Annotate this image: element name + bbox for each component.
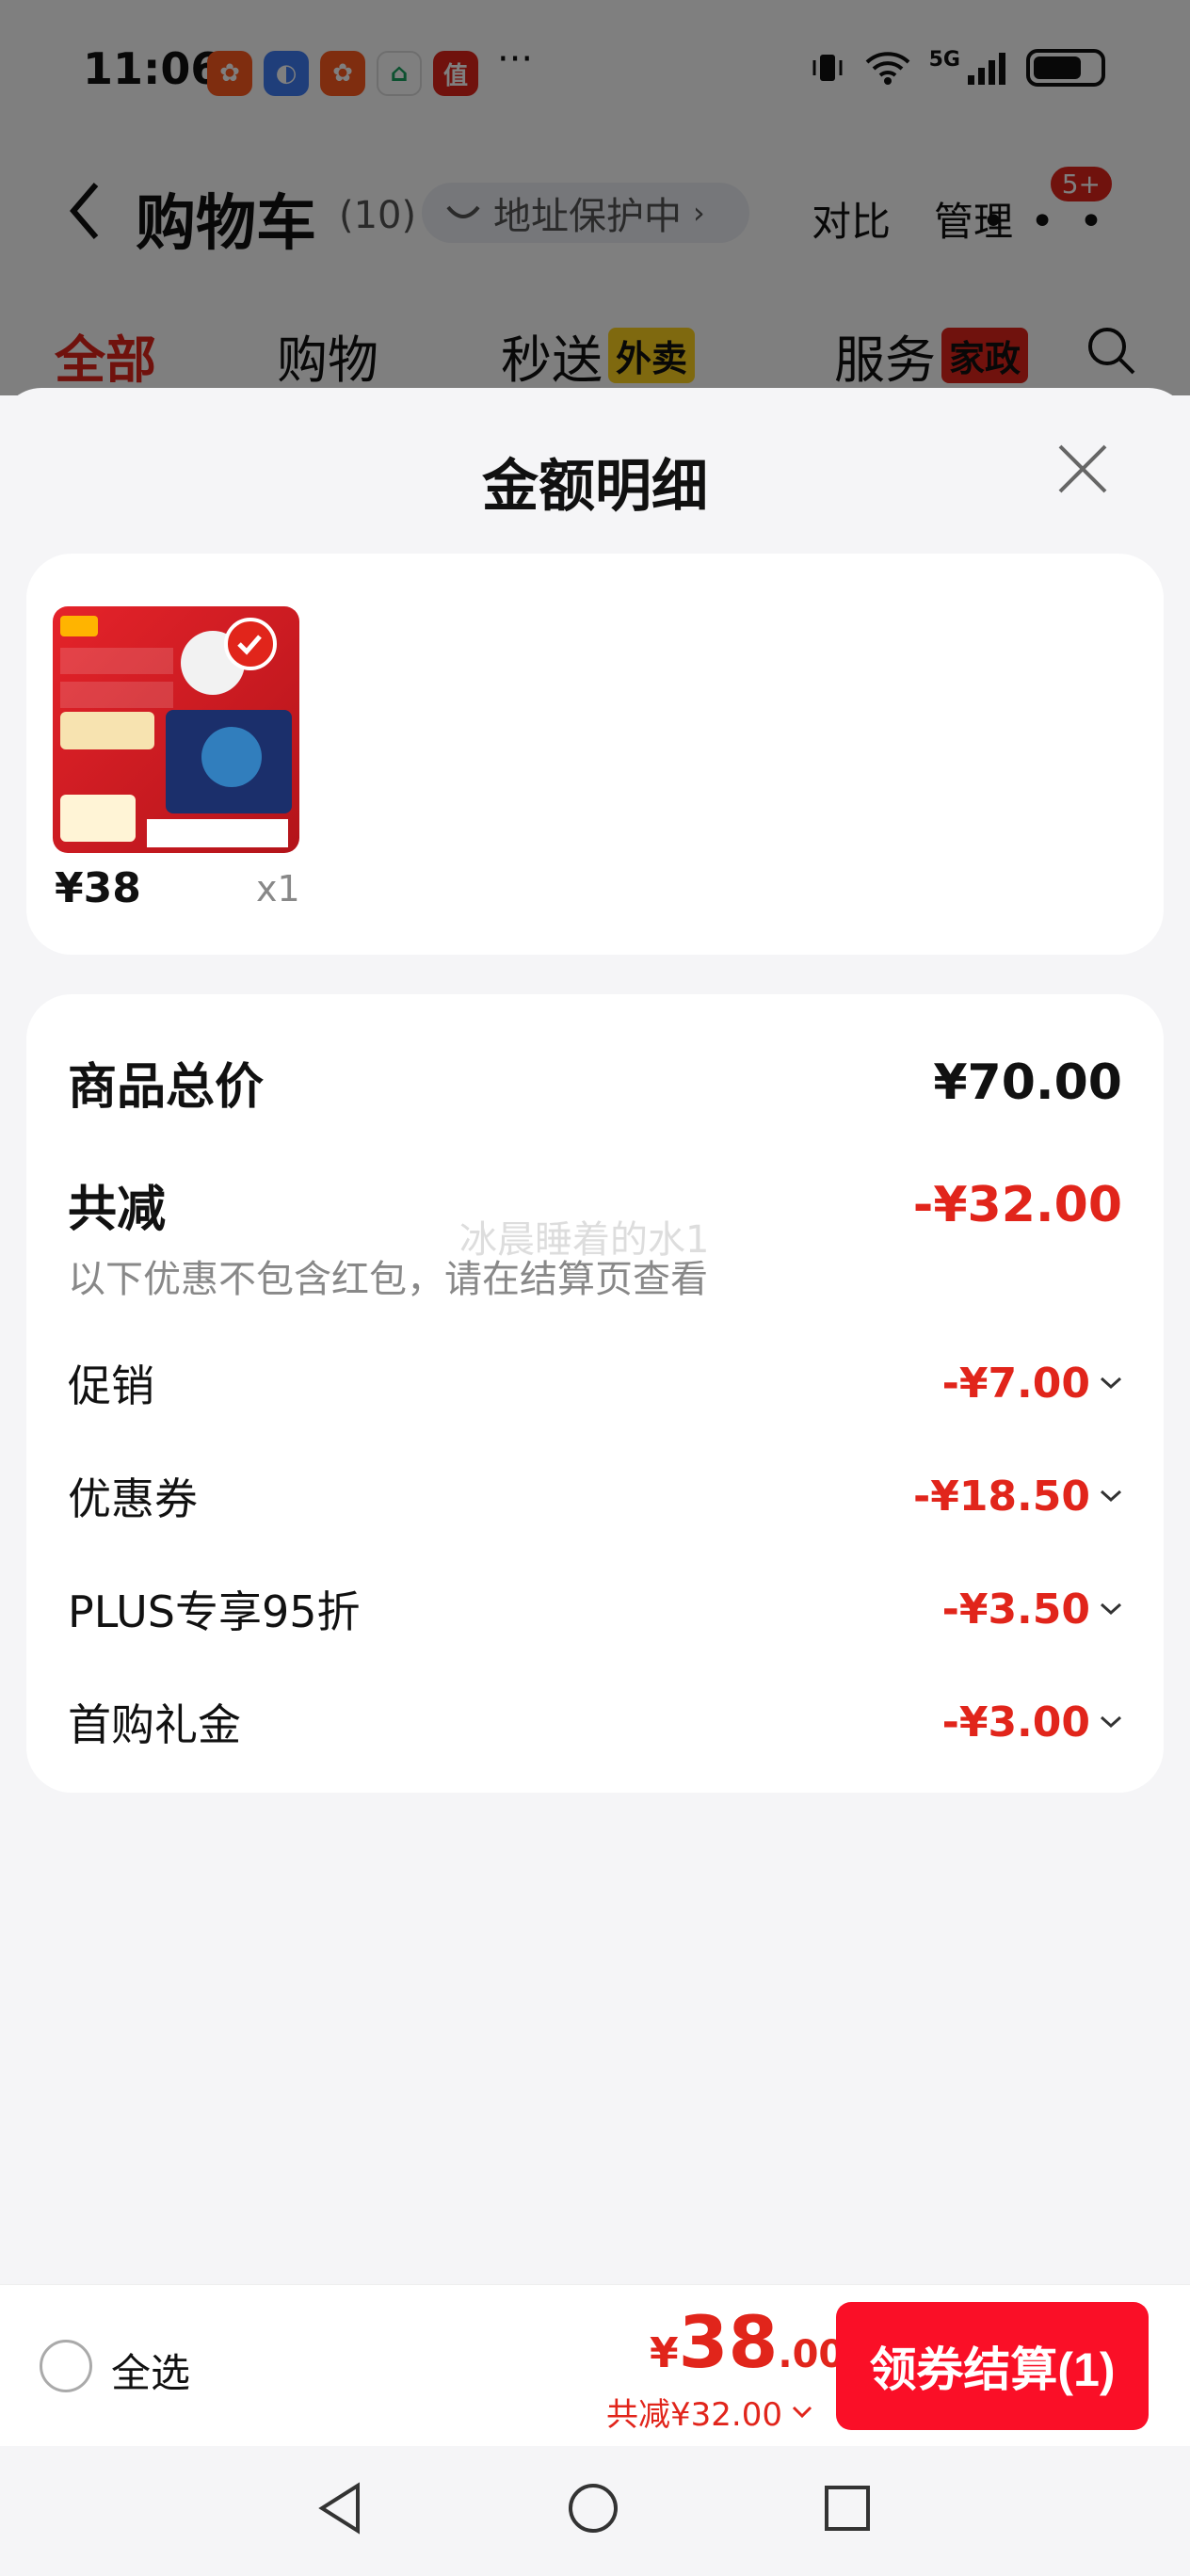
discount-label: 促销	[68, 1360, 154, 1411]
discount-label: 优惠券	[68, 1473, 198, 1524]
product-thumbnail[interactable]	[53, 606, 299, 853]
product-image	[53, 606, 299, 853]
total-reduction-value: -¥32.00	[912, 1176, 1122, 1233]
checkout-bar: 全选 ¥ 38 .00 共减¥32.00 领券结算(1)	[0, 2284, 1190, 2446]
discount-value: -¥7.00	[942, 1360, 1122, 1408]
subtotal-value: ¥70.00	[933, 1054, 1122, 1111]
discount-amount: -¥3.50	[941, 1585, 1090, 1634]
chevron-down-icon	[1100, 1602, 1122, 1616]
chevron-down-icon	[1100, 1377, 1122, 1390]
total-integer: 38	[678, 2300, 779, 2384]
select-all-checkbox[interactable]	[40, 2340, 92, 2392]
reduction-detail-toggle[interactable]: 共减¥32.00	[606, 2389, 812, 2435]
subtotal-label: 商品总价	[68, 1059, 265, 1116]
total-decimal: .00	[778, 2333, 845, 2376]
nav-back-icon[interactable]	[313, 2480, 369, 2536]
discount-note: 以下优惠不包含红包，请在结算页查看	[68, 1258, 708, 1301]
total-reduction-label: 共减	[68, 1182, 167, 1238]
close-icon[interactable]	[1054, 441, 1111, 497]
currency-symbol: ¥	[650, 2329, 679, 2377]
discount-value: -¥18.50	[913, 1473, 1122, 1521]
discount-value: -¥3.50	[942, 1586, 1122, 1634]
sheet-title: 金额明细	[482, 454, 708, 520]
nav-home-icon[interactable]	[565, 2480, 621, 2536]
discount-value: -¥3.00	[942, 1699, 1122, 1747]
price-detail-card: 商品总价 ¥70.00 共减 -¥32.00 冰晨睡着的水1 以下优惠不包含红包…	[26, 994, 1164, 1793]
total-price: ¥ 38 .00	[650, 2300, 844, 2384]
chevron-down-icon	[792, 2406, 812, 2418]
amount-detail-sheet: 金额明细 ¥38 x1 商品总价 ¥70.00 共减 -¥32.00 冰晨睡着的…	[0, 388, 1190, 2288]
discount-label: 首购礼金	[68, 1699, 241, 1750]
checkout-button[interactable]: 领券结算(1)	[836, 2302, 1149, 2430]
discount-amount: -¥7.00	[941, 1359, 1090, 1408]
discount-row-plus[interactable]: PLUS专享95折 -¥3.50	[68, 1578, 1122, 1640]
discount-row-first-purchase[interactable]: 首购礼金 -¥3.00	[68, 1691, 1122, 1753]
system-navigation-bar	[0, 2446, 1190, 2576]
chevron-down-icon	[1100, 1715, 1122, 1729]
chevron-down-icon	[1100, 1489, 1122, 1503]
nav-recents-icon[interactable]	[819, 2480, 876, 2536]
product-price: ¥38	[55, 864, 141, 912]
select-all-label[interactable]: 全选	[111, 2342, 190, 2399]
reduction-text: 共减¥32.00	[606, 2396, 782, 2434]
subtotal-row: 商品总价 ¥70.00	[68, 1047, 1122, 1118]
product-quantity: x1	[256, 868, 300, 910]
discount-amount: -¥3.00	[941, 1698, 1090, 1747]
discount-row-promotion[interactable]: 促销 -¥7.00	[68, 1352, 1122, 1414]
discount-amount: -¥18.50	[912, 1472, 1090, 1521]
discount-label: PLUS专享95折	[68, 1586, 361, 1637]
product-card: ¥38 x1	[26, 554, 1164, 955]
discount-row-coupon[interactable]: 优惠券 -¥18.50	[68, 1465, 1122, 1527]
modal-overlay[interactable]	[0, 0, 1190, 395]
